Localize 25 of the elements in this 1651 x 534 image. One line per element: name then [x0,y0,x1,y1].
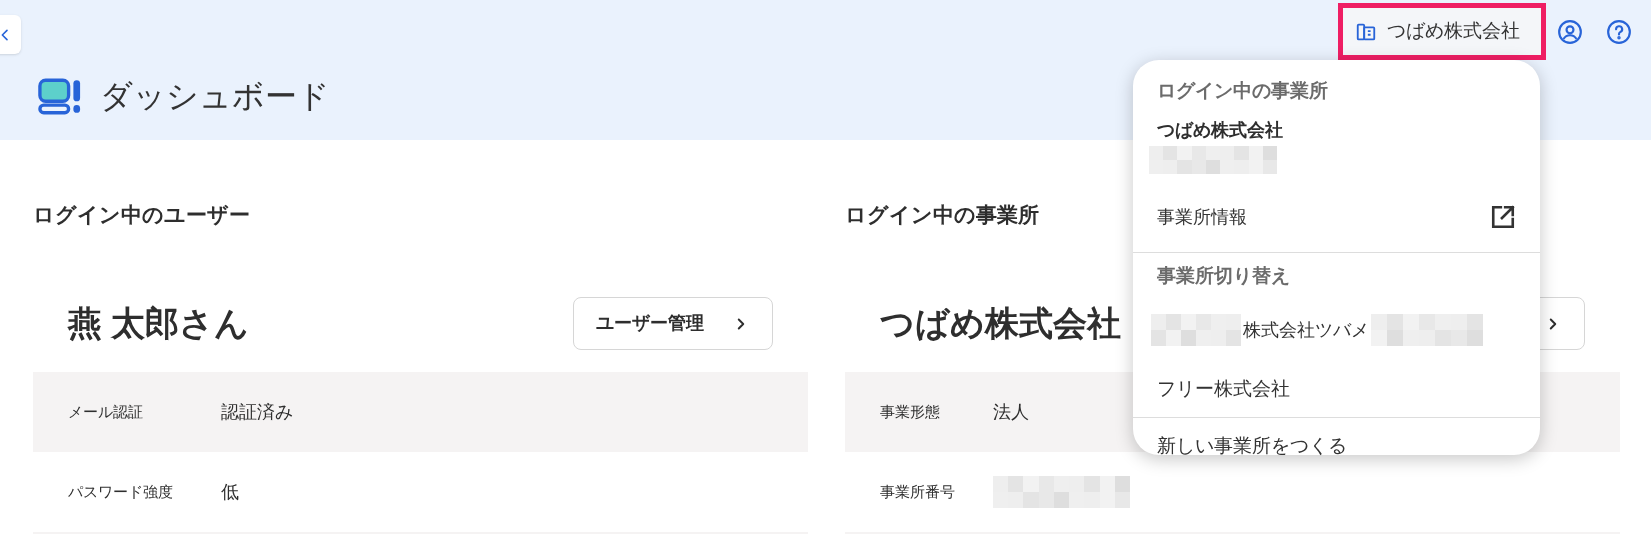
section-heading: ログイン中のユーザー [33,202,250,228]
row-label: 事業所番号 [880,481,956,502]
section-heading: ログイン中の事業所 [845,202,1039,228]
menu-section-label: ログイン中の事業所 [1156,78,1329,103]
help-icon[interactable] [1606,19,1632,45]
row-value: 法人 [993,400,1029,424]
dashboard-logo-icon [38,77,82,115]
row-value: 低 [221,480,239,504]
menu-item[interactable]: 新しい事業所をつくる [1133,418,1540,474]
menu-section-label: 事業所切り替え [1156,263,1291,288]
office-name: つばめ株式会社 [880,303,1121,344]
menu-item[interactable]: 株式会社ツバメ [1133,299,1540,361]
external-link-icon [1490,204,1516,230]
row-label: パスワード強度 [68,481,174,502]
row-label: メール認証 [68,401,144,422]
row-value: 認証済み [221,400,293,424]
current-company-name: つばめ株式会社 [1156,118,1284,142]
menu-item[interactable]: フリー株式会社 [1133,361,1540,417]
row-label: 事業形態 [880,401,941,422]
user-name: 燕 太郎さん [68,303,250,344]
menu-item[interactable]: 事業所情報 [1133,186,1540,248]
company-button[interactable]: つばめ株式会社 [1338,3,1546,60]
manage-button[interactable]: ユーザー管理 [573,297,773,350]
account-icon[interactable] [1557,19,1583,45]
page-title: ダッシュボード [100,77,330,116]
